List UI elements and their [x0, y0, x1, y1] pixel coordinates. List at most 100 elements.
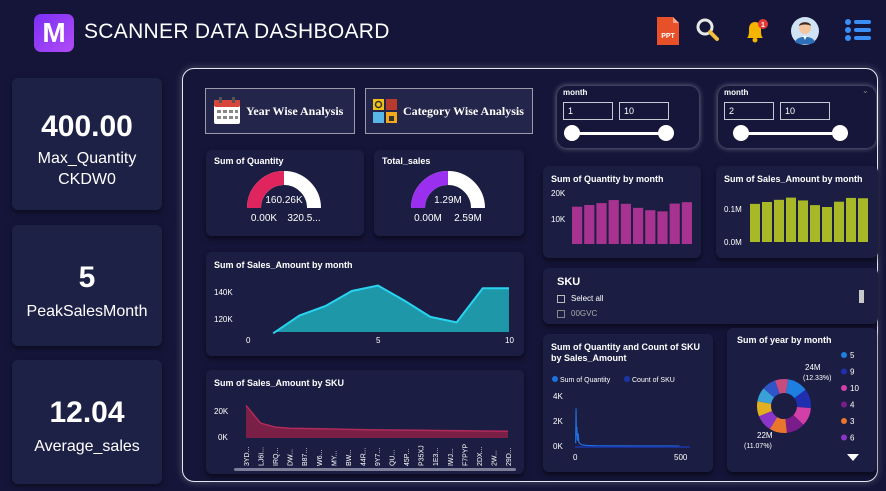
- kpi-sublabel: CKDW0: [58, 171, 116, 188]
- tick-label: 0.0M: [724, 238, 742, 247]
- ppt-icon[interactable]: PPT: [655, 16, 685, 46]
- data-label: (11.07%): [744, 443, 772, 450]
- area-line: [245, 404, 509, 432]
- bar: [669, 203, 680, 244]
- slicer-to-input[interactable]: 10: [619, 102, 669, 120]
- bar: [572, 206, 583, 244]
- tick-label: 2K: [553, 417, 563, 426]
- legend-marker: [841, 434, 847, 441]
- gauge-chart: 160.26K 0.00K 320.5...: [247, 171, 321, 224]
- bar: [798, 200, 808, 242]
- tick-label: 0K: [553, 442, 563, 451]
- user-avatar[interactable]: [790, 16, 820, 46]
- sales-by-month-area-chart: 140K 120K 0 5 10: [214, 284, 514, 345]
- category-tick-label: 29D...: [506, 447, 513, 466]
- donut-slice: [794, 389, 811, 409]
- legend-label: 10: [850, 384, 859, 393]
- category-tick-label: 45P...: [404, 449, 411, 466]
- tick-label: 10K: [551, 215, 566, 224]
- gauge-card-sum-of-quantity: Sum of Quantity 160.26K 0.00K 320.5...: [206, 150, 364, 236]
- tick-label: 20K: [214, 407, 229, 416]
- slider-handle-max[interactable]: [658, 125, 674, 141]
- legend-marker: [552, 376, 558, 382]
- sku-option-select-all[interactable]: Select all: [557, 294, 603, 303]
- tick-label: 120K: [214, 315, 233, 324]
- month-slicer-1: month 1 10: [557, 86, 699, 148]
- legend-marker: [841, 352, 847, 358]
- search-icon[interactable]: [694, 16, 724, 46]
- year-wise-analysis-button[interactable]: Year Wise Analysis: [205, 88, 355, 134]
- chevron-down-icon[interactable]: ⌄: [862, 86, 869, 95]
- slider-handle-min[interactable]: [564, 125, 580, 141]
- legend-marker: [841, 385, 847, 391]
- tick-label: 10: [505, 336, 514, 345]
- bar: [786, 197, 796, 242]
- bar: [645, 210, 656, 244]
- qty-count-line-chart: Sum of Quantity Count of SKU 4K 2K 0K 0 500: [552, 376, 690, 462]
- legend-marker: [841, 418, 847, 424]
- slicer-from-input[interactable]: 1: [563, 102, 613, 120]
- kpi-card-average-sales: 12.04 Average_sales: [12, 360, 162, 484]
- tick-label: 0.1M: [724, 205, 742, 214]
- kpi-value: 12.04: [49, 396, 125, 429]
- horizontal-scrollbar[interactable]: [234, 468, 516, 471]
- slicer-from-input[interactable]: 2: [724, 102, 774, 120]
- kpi-label: Max_Quantity: [37, 150, 137, 167]
- category-tick-label: P35XJ: [419, 445, 426, 466]
- kpi-label: Average_sales: [34, 438, 140, 455]
- slicer-to-input[interactable]: 10: [780, 102, 830, 120]
- app-logo: M: [34, 14, 74, 52]
- data-label: 22M: [757, 431, 773, 440]
- category-tick-label: LJ6I...: [259, 447, 266, 466]
- slider-handle-max[interactable]: [832, 125, 848, 141]
- chart-card-year-by-month: Sum of year by month 24M (12.33%) 22M (11.0…: [727, 328, 877, 472]
- tick-label: 0: [246, 336, 251, 345]
- category-tick-label: W6...: [317, 450, 324, 466]
- tick-label: 4K: [553, 392, 563, 401]
- checkbox[interactable]: [557, 294, 565, 303]
- bar: [750, 203, 760, 242]
- kpi-value: 400.00: [41, 110, 133, 143]
- sku-option[interactable]: 00GVC: [557, 309, 597, 318]
- legend-label: 4: [850, 401, 855, 410]
- bar: [596, 203, 607, 244]
- bar: [620, 203, 631, 244]
- notification-bell-icon[interactable]: 1: [741, 16, 771, 46]
- sales-by-sku-area-chart: 20K 0K 3YD... LJ6I... IRQ... DW... B87... W6...…: [214, 404, 513, 466]
- gauge-card-total-sales: Total_sales 1.29M 0.00M 2.59M: [374, 150, 524, 236]
- bar: [858, 198, 868, 242]
- gauge-min: 0.00K: [251, 213, 277, 224]
- bar: [657, 211, 668, 244]
- sku-option-label: 00GVC: [571, 309, 598, 318]
- tick-label: 5: [376, 336, 381, 345]
- donut-slice: [774, 379, 789, 394]
- category-wise-analysis-button[interactable]: Category Wise Analysis: [365, 88, 533, 134]
- menu-list-icon[interactable]: [843, 16, 873, 46]
- donut-slice: [757, 401, 773, 417]
- gauge-max: 2.59M: [454, 213, 482, 224]
- chart-card-sales-by-month-bar: Sum of Sales_Amount by month 0.1M 0.0M: [716, 166, 878, 258]
- category-tick-label: F7PYP: [462, 443, 469, 466]
- legend-label: 6: [850, 434, 855, 443]
- legend-label: 9: [850, 368, 855, 377]
- sku-slicer: SKU Select all 00GVC: [543, 268, 878, 324]
- slider-handle-min[interactable]: [733, 125, 749, 141]
- ppt-label: PPT: [661, 33, 675, 40]
- bar: [834, 201, 844, 242]
- donut-slice: [757, 388, 775, 405]
- gauge-value: 1.29M: [434, 195, 462, 206]
- area-fill: [246, 405, 508, 438]
- category-tick-label: 1E3...: [433, 448, 440, 466]
- category-tick-label: IRQ...: [273, 448, 280, 466]
- vertical-scrollbar[interactable]: [859, 290, 864, 303]
- top-bar: M SCANNER DATA DASHBOARD PPT 1: [0, 0, 886, 66]
- legend-scroll-down-icon: [847, 454, 859, 461]
- category-tick-label: 44R...: [360, 447, 367, 466]
- series-line: [575, 408, 680, 447]
- category-tick-label: IWJ...: [448, 448, 455, 466]
- bar: [822, 207, 832, 242]
- checkbox[interactable]: [557, 309, 565, 318]
- bar: [810, 205, 820, 242]
- calendar-icon: [214, 97, 240, 124]
- category-tick-label: BW...: [346, 449, 353, 466]
